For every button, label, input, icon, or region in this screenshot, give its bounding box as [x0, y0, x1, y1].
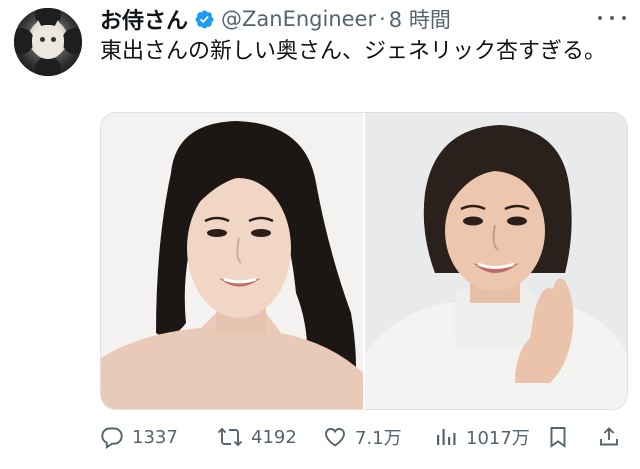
retweet-count: 4192: [251, 426, 297, 448]
reply-icon: [101, 427, 123, 449]
dot: [610, 16, 614, 20]
views-bar-icon: [437, 429, 456, 445]
avatar-petal: [62, 28, 82, 54]
tweet-card[interactable]: お侍さん @ZanEngineer · 8 時間 東出さんの新しい奥さん、ジェネ…: [0, 0, 640, 469]
bookmark-icon: [550, 427, 566, 448]
views-button[interactable]: 1017万: [434, 420, 530, 454]
bookmark-button[interactable]: [546, 420, 578, 454]
like-button[interactable]: 7.1万: [323, 420, 402, 454]
user-handle[interactable]: @ZanEngineer: [221, 7, 376, 31]
avatar[interactable]: [14, 8, 82, 76]
cat-eye: [51, 37, 56, 42]
like-count: 7.1万: [355, 428, 402, 449]
retweet-icon: [217, 427, 243, 447]
more-dots-icon[interactable]: [598, 8, 626, 28]
reply-count: 1337: [132, 426, 178, 448]
retweet-button[interactable]: 4192: [217, 420, 297, 454]
photo-right[interactable]: [365, 113, 627, 409]
cat-face: [32, 25, 64, 59]
avatar-petal: [14, 28, 34, 54]
avatar-petal: [35, 56, 61, 76]
separator-dot: ·: [379, 7, 386, 31]
cat-eye: [40, 37, 45, 42]
share-icon: [600, 427, 618, 446]
display-name[interactable]: お侍さん: [100, 3, 188, 35]
tweet-header: お侍さん @ZanEngineer · 8 時間: [100, 4, 451, 34]
action-bar: 1337 4192 7.1万 1017万: [100, 420, 626, 454]
heart-icon: [325, 428, 345, 447]
tweet-time[interactable]: 8 時間: [389, 4, 451, 34]
reply-button[interactable]: 1337: [100, 420, 178, 454]
portrait-left-image: [101, 113, 363, 409]
view-count: 1017万: [466, 428, 530, 449]
portrait-right-image: [365, 113, 627, 409]
tweet-text: 東出さんの新しい奥さん、ジェネリック杏すぎる。: [100, 39, 607, 64]
dot: [622, 16, 626, 20]
dot: [598, 16, 602, 20]
photo-left[interactable]: [101, 113, 363, 409]
media-grid[interactable]: [100, 112, 628, 410]
share-button[interactable]: [597, 420, 629, 454]
verified-badge-icon: [194, 9, 215, 30]
